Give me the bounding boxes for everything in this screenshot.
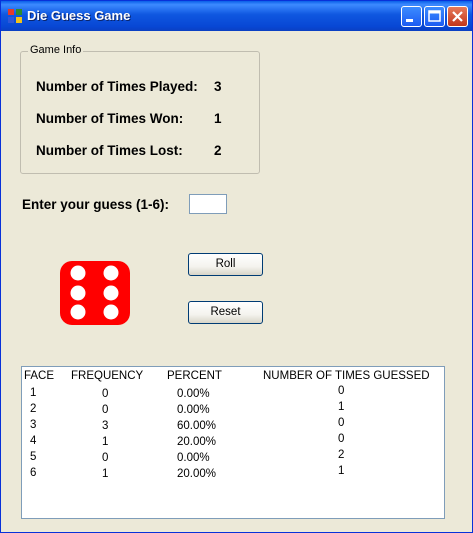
row-percent: 20.00% bbox=[177, 436, 217, 448]
row-guessed: 0 bbox=[338, 433, 345, 445]
guess-label: Enter your guess (1-6): bbox=[22, 197, 170, 212]
die-pip bbox=[70, 304, 86, 320]
row-face: 1 bbox=[30, 387, 37, 399]
times-lost-label: Number of Times Lost: bbox=[36, 143, 183, 158]
header-frequency: FREQUENCY bbox=[71, 370, 144, 382]
row-guessed: 2 bbox=[338, 449, 345, 461]
row-guessed: 0 bbox=[338, 417, 345, 429]
row-frequency: 0 bbox=[102, 388, 109, 400]
header-guessed: NUMBER OF TIMES GUESSED bbox=[263, 370, 430, 382]
row-face: 6 bbox=[30, 467, 37, 479]
reset-button[interactable]: Reset bbox=[188, 301, 263, 324]
row-guessed: 1 bbox=[338, 465, 345, 477]
die-pip bbox=[70, 285, 86, 301]
minimize-button[interactable] bbox=[401, 6, 422, 27]
row-face: 3 bbox=[30, 419, 37, 431]
row-frequency: 1 bbox=[102, 436, 109, 448]
row-percent: 0.00% bbox=[177, 452, 210, 464]
minimize-icon bbox=[406, 19, 413, 22]
row-frequency: 0 bbox=[102, 452, 109, 464]
row-guessed: 1 bbox=[338, 401, 345, 413]
times-played-label: Number of Times Played: bbox=[36, 79, 198, 94]
roll-button[interactable]: Roll bbox=[188, 253, 263, 276]
header-face: FACE bbox=[24, 370, 55, 382]
row-frequency: 0 bbox=[102, 404, 109, 416]
row-percent: 20.00% bbox=[177, 468, 217, 480]
times-lost-value: 2 bbox=[214, 143, 222, 158]
die-face-six bbox=[60, 261, 130, 325]
maximize-icon bbox=[428, 10, 441, 22]
close-icon bbox=[452, 11, 463, 22]
client-area: Game Info Number of Times Played: 3 Numb… bbox=[5, 31, 468, 528]
times-played-value: 3 bbox=[214, 79, 222, 94]
row-percent: 60.00% bbox=[177, 420, 217, 432]
row-frequency: 3 bbox=[102, 420, 109, 432]
times-won-label: Number of Times Won: bbox=[36, 111, 184, 126]
window-title: Die Guess Game bbox=[27, 8, 131, 23]
row-face: 4 bbox=[30, 435, 37, 447]
row-guessed: 0 bbox=[338, 385, 345, 397]
close-button[interactable] bbox=[447, 6, 468, 27]
header-percent: PERCENT bbox=[167, 370, 222, 382]
guess-input[interactable] bbox=[189, 194, 227, 214]
row-percent: 0.00% bbox=[177, 388, 210, 400]
die-pip bbox=[103, 265, 119, 281]
maximize-button[interactable] bbox=[424, 6, 445, 27]
row-frequency: 1 bbox=[102, 468, 109, 480]
main-window: Die Guess Game Game Info Number of Times… bbox=[0, 0, 473, 533]
stats-list[interactable]: FACE FREQUENCY PERCENT NUMBER OF TIMES G… bbox=[21, 366, 445, 519]
app-icon bbox=[8, 9, 22, 23]
die-pip bbox=[103, 285, 119, 301]
row-percent: 0.00% bbox=[177, 404, 210, 416]
row-face: 5 bbox=[30, 451, 37, 463]
row-face: 2 bbox=[30, 403, 37, 415]
title-bar[interactable]: Die Guess Game bbox=[1, 1, 472, 31]
times-won-value: 1 bbox=[214, 111, 222, 126]
game-info-group: Game Info Number of Times Played: 3 Numb… bbox=[20, 44, 260, 174]
game-info-title: Game Info bbox=[28, 44, 84, 56]
die-pip bbox=[70, 265, 86, 281]
die-pip bbox=[103, 304, 119, 320]
